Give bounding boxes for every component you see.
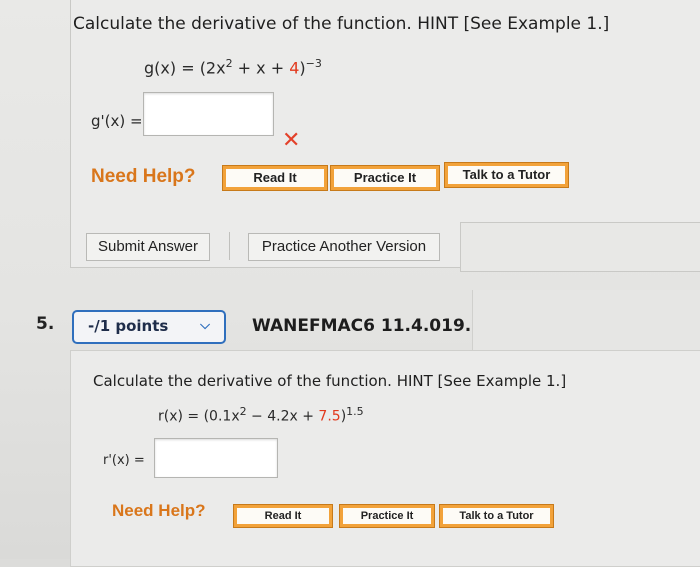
question-prompt: Calculate the derivative of the function… (73, 14, 610, 34)
points-dropdown[interactable]: -/1 points ⌵ (72, 310, 226, 344)
answer-label: g'(x) = (91, 112, 143, 130)
question-prompt-2: Calculate the derivative of the function… (93, 372, 567, 390)
read-it-button[interactable]: Read It (223, 166, 327, 190)
need-help-label-2: Need Help? (112, 501, 206, 520)
need-help-label: Need Help? (91, 166, 196, 187)
problem-id: WANEFMAC6 11.4.019. (252, 316, 472, 336)
equation-red-term: 4 (289, 58, 300, 78)
answer-label-2: r'(x) = (103, 453, 145, 468)
equation-red-term-2: 7.5 (318, 408, 341, 425)
question-number: 5. (36, 314, 55, 334)
points-label: -/1 points (88, 317, 169, 335)
function-equation-2: r(x) = (0.1x2 − 4.2x + 7.5)1.5 (158, 405, 364, 425)
practice-it-button[interactable]: Practice It (331, 166, 439, 190)
derivative-answer-input-2[interactable] (154, 438, 278, 478)
practice-it-button-2[interactable]: Practice It (340, 505, 434, 527)
read-it-button-2[interactable]: Read It (234, 505, 332, 527)
function-equation: g(x) = (2x2 + x + 4)−3 (144, 57, 322, 78)
derivative-answer-input[interactable] (143, 92, 274, 136)
webassign-page: Calculate the derivative of the function… (0, 0, 700, 567)
talk-to-tutor-button-2[interactable]: Talk to a Tutor (440, 505, 553, 527)
talk-to-tutor-button[interactable]: Talk to a Tutor (445, 163, 568, 187)
side-panel-box (460, 222, 700, 272)
chevron-down-icon: ⌵ (200, 318, 210, 333)
side-panel-area (472, 290, 700, 352)
practice-another-version-button[interactable]: Practice Another Version (248, 233, 440, 261)
submit-answer-button[interactable]: Submit Answer (86, 233, 210, 261)
x-mark-icon: ✕ (282, 128, 301, 153)
button-divider (229, 232, 230, 260)
